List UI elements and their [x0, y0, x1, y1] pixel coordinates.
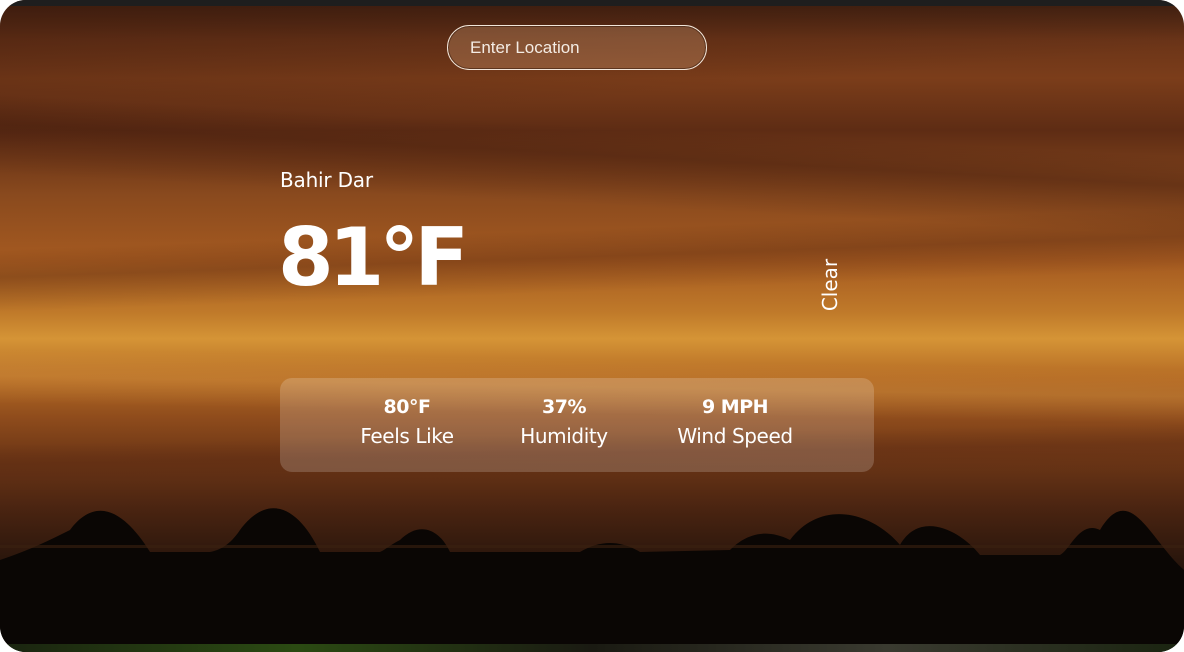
humidity-label: Humidity: [520, 424, 608, 448]
feels-like-label: Feels Like: [360, 424, 454, 448]
current-temperature: 81°F: [278, 211, 469, 304]
wind-speed-label: Wind Speed: [677, 424, 793, 448]
app-background: Bahir Dar 81°F Clear 80°F Feels Like 37%…: [0, 0, 1184, 652]
stat-wind-speed: 9 MPH Wind Speed: [677, 396, 793, 448]
window-bottom-edge: [0, 644, 1184, 652]
wind-speed-value: 9 MPH: [701, 396, 769, 418]
tree-silhouette: [0, 508, 1184, 652]
feels-like-value: 80°F: [383, 396, 431, 418]
weather-condition: Clear: [818, 258, 842, 312]
window-top-edge: [0, 0, 1184, 6]
stat-humidity: 37% Humidity: [520, 396, 608, 448]
location-search-box[interactable]: [447, 25, 707, 70]
stat-feels-like: 80°F Feels Like: [360, 396, 454, 448]
location-name: Bahir Dar: [280, 168, 373, 192]
weather-stats-panel: 80°F Feels Like 37% Humidity 9 MPH Wind …: [280, 378, 874, 472]
humidity-value: 37%: [542, 396, 586, 418]
location-search-input[interactable]: [468, 36, 686, 59]
